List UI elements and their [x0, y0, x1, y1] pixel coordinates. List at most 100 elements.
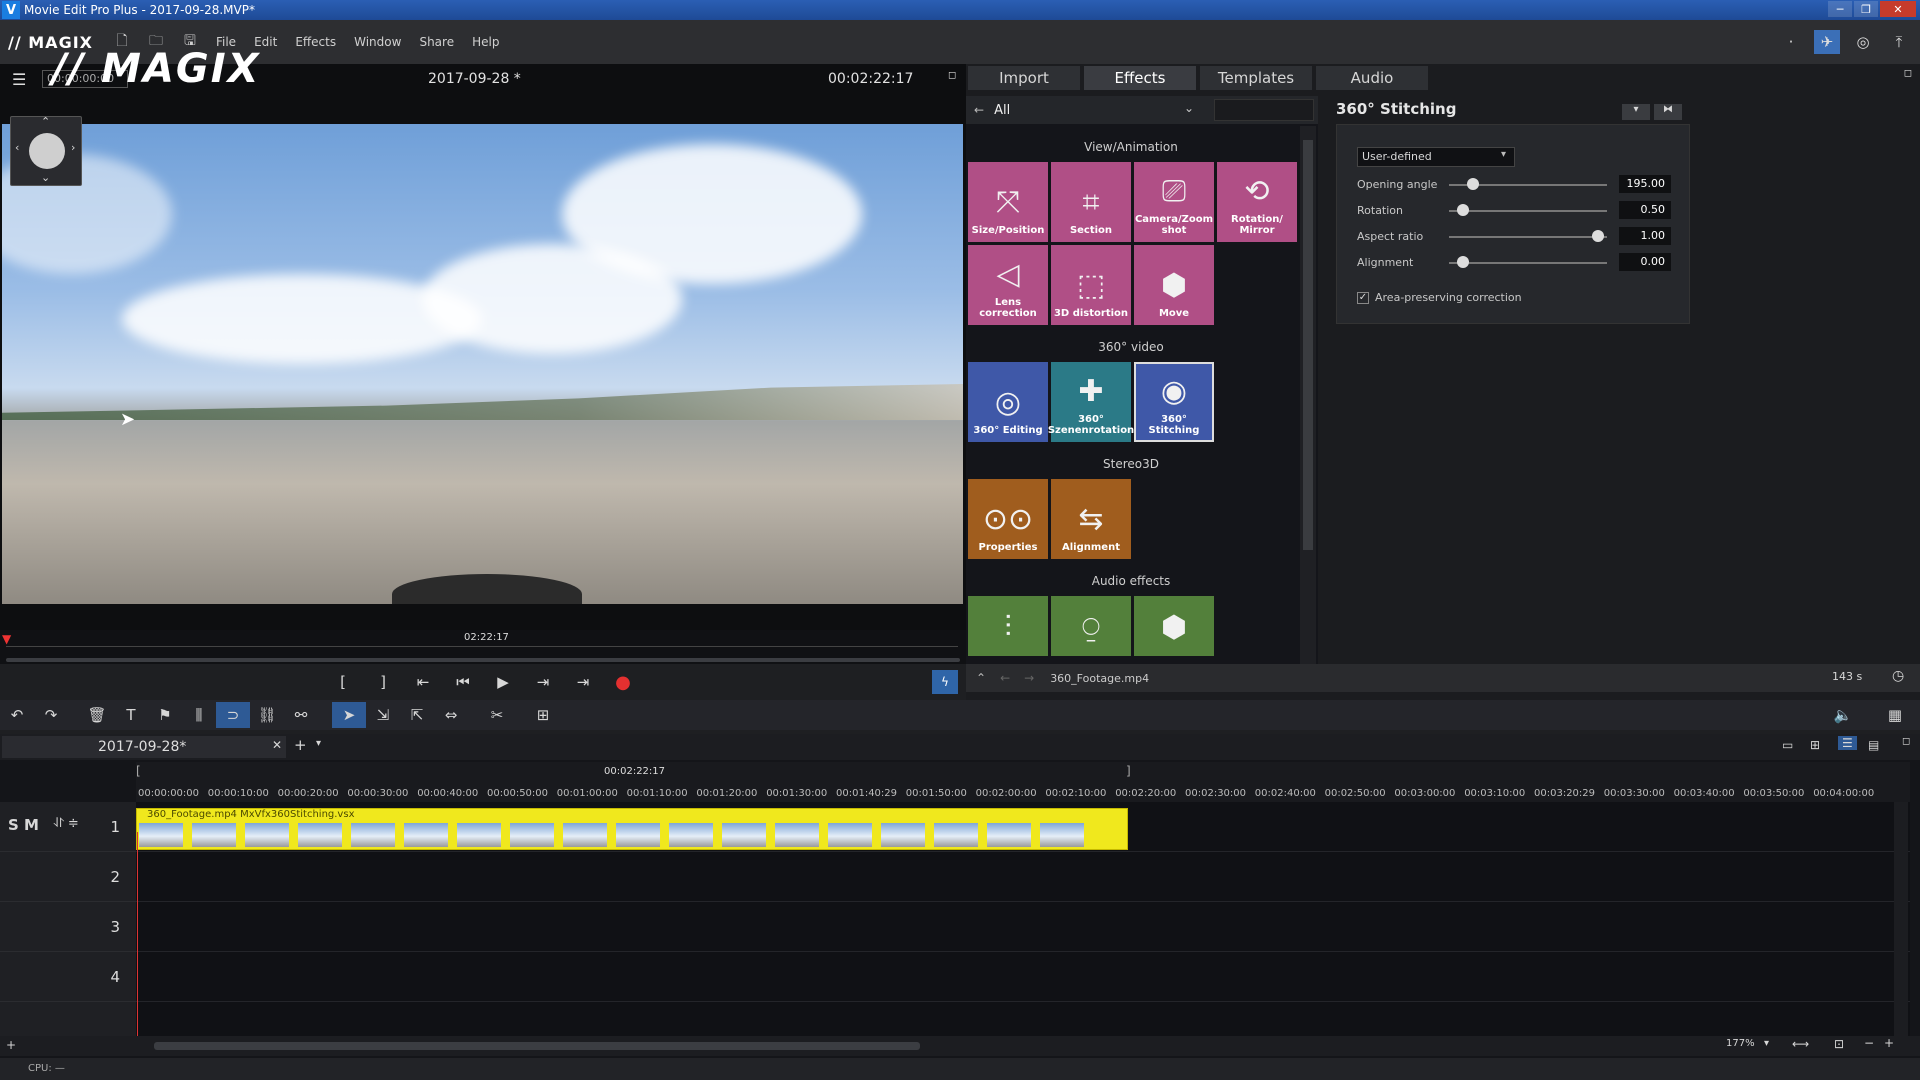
- tab-audio[interactable]: Audio: [1316, 66, 1428, 90]
- tile-360-editing[interactable]: ◎ 360° Editing: [968, 362, 1048, 442]
- preset-menu-icon[interactable]: ▾: [1622, 104, 1650, 120]
- track-lane-3[interactable]: [136, 902, 1910, 952]
- view-storyboard-icon[interactable]: ▤: [1868, 738, 1879, 752]
- arrow-right-icon[interactable]: ›: [71, 141, 75, 154]
- 360-navigator[interactable]: ⌃ ⌄ ‹ ›: [10, 115, 82, 186]
- cut-icon[interactable]: ✂: [480, 702, 514, 728]
- mark-out-button[interactable]: ]: [363, 668, 403, 696]
- arrow-up-icon[interactable]: ⌃: [41, 115, 50, 128]
- video-clip[interactable]: 360_Footage.mp4 MxVfx360Stitching.vsx: [136, 808, 1128, 850]
- tile-360-szenenrotation[interactable]: ✚ 360° Szenenrotation: [1048, 362, 1134, 442]
- hamburger-menu-icon[interactable]: ☰: [12, 70, 26, 89]
- arrow-down-icon[interactable]: ⌄: [41, 171, 50, 184]
- param-slider-knob[interactable]: [1467, 178, 1479, 190]
- mark-in-button[interactable]: [: [323, 668, 363, 696]
- tile-360-stitching[interactable]: ◉ 360° Stitching: [1134, 362, 1214, 442]
- param-slider[interactable]: [1449, 236, 1607, 238]
- upload-icon[interactable]: ⤒: [1886, 30, 1912, 54]
- undock-timeline-icon[interactable]: ◻: [1902, 736, 1910, 747]
- preset-dropdown[interactable]: User-defined: [1357, 147, 1515, 167]
- effects-scrollbar[interactable]: [1300, 126, 1316, 678]
- close-button[interactable]: ✕: [1880, 1, 1916, 17]
- add-track-icon[interactable]: +: [6, 1038, 16, 1052]
- tab-effects[interactable]: Effects: [1084, 66, 1196, 90]
- param-slider[interactable]: [1449, 262, 1607, 264]
- maximize-button[interactable]: ❐: [1854, 1, 1878, 17]
- zoom-out-icon[interactable]: −: [1864, 1036, 1874, 1050]
- reset-icon[interactable]: ⧓: [1654, 104, 1682, 120]
- view-grid-icon[interactable]: ⊞: [1810, 738, 1820, 752]
- param-slider-knob[interactable]: [1457, 256, 1469, 268]
- undock-panel-icon[interactable]: ◻: [1904, 68, 1912, 79]
- tile-3d-distortion[interactable]: ⬚ 3D distortion: [1051, 245, 1131, 325]
- track-lane-1[interactable]: 360_Footage.mp4 MxVfx360Stitching.vsx: [136, 802, 1910, 852]
- title-icon[interactable]: T: [114, 702, 148, 728]
- scrollbar-thumb[interactable]: [1303, 140, 1313, 550]
- marker-icon[interactable]: ⚑: [148, 702, 182, 728]
- stretch-icon[interactable]: ⇔: [434, 702, 468, 728]
- chevron-down-icon[interactable]: ▾: [316, 738, 321, 749]
- add-tab-icon[interactable]: +: [294, 736, 307, 754]
- chevron-down-icon[interactable]: ▾: [1501, 149, 1506, 160]
- time-ruler[interactable]: [ 00:02:22:17 ] 00:00:00:00 00:00:10:00 00…: [136, 762, 1910, 802]
- param-value-field[interactable]: 195.00: [1619, 175, 1671, 193]
- timeline-playhead[interactable]: [137, 832, 138, 1046]
- undock-icon[interactable]: ◻: [948, 70, 956, 81]
- menu-window[interactable]: Window: [354, 35, 401, 49]
- view-single-icon[interactable]: ▭: [1782, 738, 1793, 752]
- tile-properties[interactable]: ⊙⊙ Properties: [968, 479, 1048, 559]
- dot-icon[interactable]: ·: [1778, 30, 1804, 54]
- back-arrow-icon[interactable]: ←: [974, 103, 984, 117]
- chevron-down-icon[interactable]: ▾: [1764, 1038, 1769, 1049]
- param-slider-knob[interactable]: [1457, 204, 1469, 216]
- pointer-all-icon[interactable]: ⇱: [400, 702, 434, 728]
- tile-size-position[interactable]: ⤧ Size/Position: [968, 162, 1048, 242]
- go-to-end-button[interactable]: ⇥: [563, 668, 603, 696]
- pointer-multi-icon[interactable]: ⇲: [366, 702, 400, 728]
- redo-icon[interactable]: ↷: [34, 702, 68, 728]
- mixer-icon[interactable]: ▦: [1878, 702, 1912, 728]
- undo-icon[interactable]: ↶: [0, 702, 34, 728]
- tile-audio-reverb[interactable]: ⍜: [1051, 596, 1131, 656]
- track-header-4[interactable]: 4: [0, 952, 136, 1002]
- param-value-field[interactable]: 0.00: [1619, 253, 1671, 271]
- track-options-icon[interactable]: ⥯ ≑: [54, 816, 79, 831]
- split-icon[interactable]: ⫼: [182, 702, 216, 728]
- timeline-project-tab[interactable]: 2017-09-28*: [2, 736, 286, 758]
- delete-icon[interactable]: 🗑: [80, 702, 114, 728]
- checkbox-area-preserving[interactable]: ✓: [1357, 291, 1369, 304]
- link-icon[interactable]: ⛓: [250, 702, 284, 728]
- category-dropdown[interactable]: All: [994, 103, 1010, 118]
- timeline-vertical-scrollbar[interactable]: [1894, 802, 1908, 1046]
- tile-alignment[interactable]: ⇆ Alignment: [1051, 479, 1131, 559]
- zoom-fit-icon[interactable]: ⊡: [1834, 1037, 1844, 1051]
- track-area[interactable]: 360_Footage.mp4 MxVfx360Stitching.vsx: [136, 802, 1910, 1046]
- nav-forward-icon[interactable]: →: [1024, 671, 1034, 685]
- param-value-field[interactable]: 1.00: [1619, 227, 1671, 245]
- param-value-field[interactable]: 0.50: [1619, 201, 1671, 219]
- tile-lens-correction[interactable]: ◁ Lens correction: [968, 245, 1048, 325]
- close-tab-icon[interactable]: ✕: [272, 738, 282, 752]
- go-to-start-button[interactable]: ⇤: [403, 668, 443, 696]
- unlink-icon[interactable]: ⚯: [284, 702, 318, 728]
- loop-icon[interactable]: ⊃: [216, 702, 250, 728]
- tile-camera-zoom[interactable]: ⎚ Camera/Zoom shot: [1134, 162, 1214, 242]
- menu-share[interactable]: Share: [419, 35, 454, 49]
- param-slider[interactable]: [1449, 210, 1607, 212]
- next-marker-button[interactable]: ⇥: [523, 668, 563, 696]
- arrow-left-icon[interactable]: ‹: [15, 141, 19, 154]
- nav-back-icon[interactable]: ←: [1000, 671, 1010, 685]
- menu-help[interactable]: Help: [472, 35, 499, 49]
- minimize-button[interactable]: ─: [1828, 1, 1852, 17]
- param-slider-knob[interactable]: [1592, 230, 1604, 242]
- chevron-down-icon[interactable]: ⌄: [1184, 101, 1194, 115]
- pointer-icon[interactable]: ➤: [332, 702, 366, 728]
- preview-scrubber[interactable]: ▼ 02:22:17: [0, 630, 966, 666]
- playhead-marker-icon[interactable]: ▼: [2, 632, 11, 646]
- zoom-in-icon[interactable]: +: [1884, 1036, 1894, 1050]
- track-lane-4[interactable]: [136, 952, 1910, 1002]
- zoom-level[interactable]: 177%: [1726, 1038, 1755, 1049]
- record-button[interactable]: ●: [603, 668, 643, 696]
- tab-import[interactable]: Import: [968, 66, 1080, 90]
- collapse-up-icon[interactable]: ⌃: [976, 671, 986, 685]
